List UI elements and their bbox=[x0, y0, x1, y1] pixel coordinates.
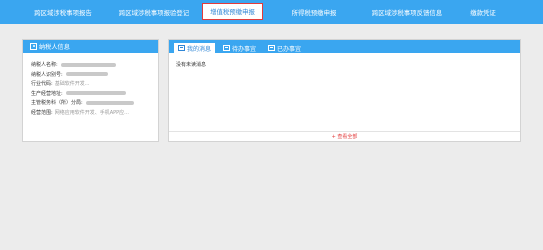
nav-item-cross-region-feedback[interactable]: 跨区域涉税事项反馈信息 bbox=[357, 0, 457, 24]
field-label: 经营范围: bbox=[31, 109, 53, 116]
redacted-value bbox=[60, 62, 116, 67]
tab-label: 我的消息 bbox=[187, 45, 212, 53]
nav-item-vat-prepayment[interactable]: 增值税预缴申报 bbox=[202, 3, 263, 20]
taxpayer-info-title: 纳税人信息 bbox=[39, 44, 70, 51]
tab-my-messages[interactable]: 我的消息 bbox=[174, 43, 216, 53]
tab-label: 待办事宜 bbox=[232, 45, 257, 53]
taxpayer-info-list: 纳税人名称: 纳税人识别号: 行业代码: 基础软件开发... 生产经营地址: 主… bbox=[23, 53, 158, 117]
tab-label: 已办事宜 bbox=[277, 45, 302, 53]
redacted-value bbox=[65, 72, 108, 77]
field-label: 生产经营地址: bbox=[31, 90, 63, 97]
field-label: 纳税人识别号: bbox=[31, 71, 63, 78]
redacted-value bbox=[85, 100, 134, 105]
field-label: 主管税务科（所）分局: bbox=[31, 100, 83, 107]
nav-item-payment-voucher[interactable]: 缴款凭证 bbox=[457, 0, 509, 24]
messages-panel: 我的消息 待办事宜 已办事宜 没有未读消息 + 查看全部 bbox=[168, 39, 521, 142]
user-card-icon bbox=[30, 43, 37, 50]
message-icon bbox=[178, 45, 185, 51]
field-business-address: 生产经营地址: bbox=[31, 89, 158, 99]
tab-todo[interactable]: 待办事宜 bbox=[219, 43, 260, 53]
view-all-link[interactable]: + 查看全部 bbox=[169, 131, 520, 141]
no-unread-message-text: 没有未读消息 bbox=[176, 62, 207, 68]
done-icon bbox=[268, 45, 276, 51]
field-value: 基础软件开发... bbox=[54, 81, 90, 88]
nav-item-cross-region-inspection[interactable]: 跨区域涉税事项报验登记 bbox=[106, 0, 202, 24]
field-taxpayer-name: 纳税人名称: bbox=[31, 60, 158, 70]
top-nav: 跨区域涉税事项报告 跨区域涉税事项报验登记 增值税预缴申报 所得税预缴申报 跨区… bbox=[0, 0, 543, 24]
field-taxpayer-id: 纳税人识别号: bbox=[31, 70, 158, 80]
nav-item-cross-region-report[interactable]: 跨区域涉税事项报告 bbox=[18, 0, 108, 24]
taxpayer-info-header: 纳税人信息 bbox=[23, 40, 158, 53]
message-tabs: 我的消息 待办事宜 已办事宜 bbox=[169, 40, 520, 53]
field-value: 网络应用软件开发、手机APP应... bbox=[54, 109, 129, 116]
taxpayer-info-panel: 纳税人信息 纳税人名称: 纳税人识别号: 行业代码: 基础软件开发... 生产经… bbox=[22, 39, 159, 142]
nav-item-income-tax-prepayment[interactable]: 所得税预缴申报 bbox=[277, 0, 351, 24]
field-label: 行业代码: bbox=[31, 81, 53, 88]
todo-icon bbox=[223, 45, 231, 51]
redacted-value bbox=[65, 91, 126, 96]
tab-done[interactable]: 已办事宜 bbox=[264, 43, 305, 53]
field-label: 纳税人名称: bbox=[31, 62, 58, 69]
field-tax-bureau: 主管税务科（所）分局: bbox=[31, 98, 158, 108]
field-business-scope: 经营范围: 网络应用软件开发、手机APP应... bbox=[31, 108, 158, 118]
field-industry-code: 行业代码: 基础软件开发... bbox=[31, 79, 158, 89]
